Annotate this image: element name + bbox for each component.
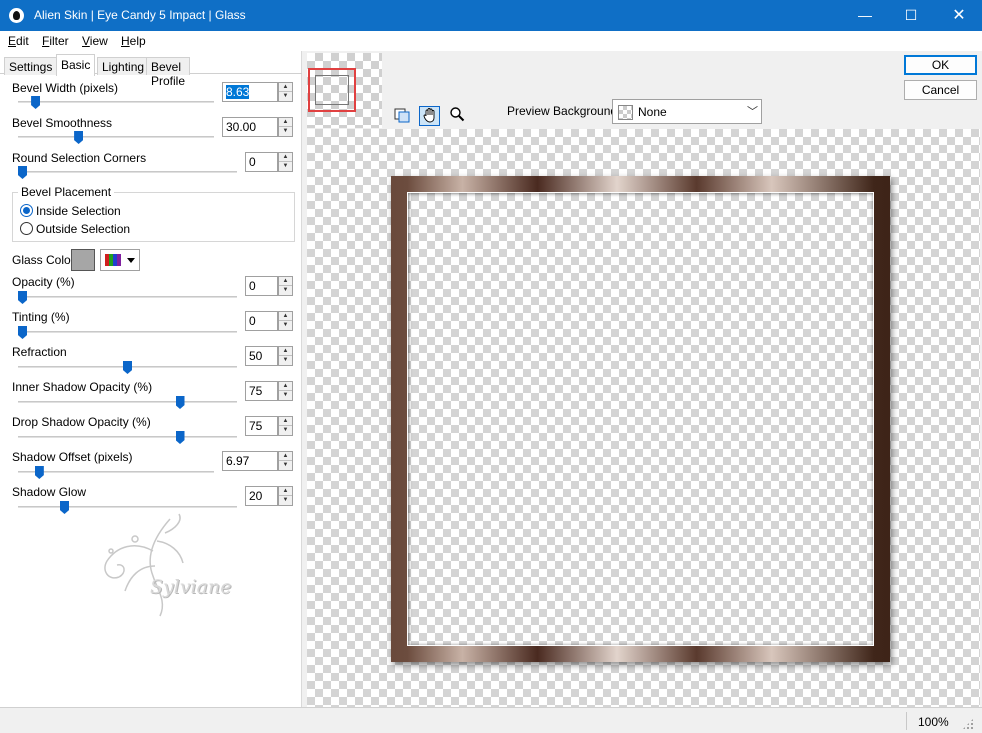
frame-inner-edge [407,192,874,646]
drop-shadow-slider-track[interactable] [18,436,237,438]
round-corners-slider-thumb[interactable] [18,166,27,179]
color-picker-button[interactable] [100,249,140,271]
glass-color-label: Glass Color [12,253,75,267]
bevel-smoothness-slider-track[interactable] [18,136,214,138]
status-bar: 100% [0,707,982,733]
color-grid-icon [105,254,121,267]
title-bar: Alien Skin | Eye Candy 5 Impact | Glass … [0,0,982,31]
tinting-label: Tinting (%) [12,310,70,324]
opacity-spinner[interactable]: ▲ ▼ [278,276,293,296]
menu-bar: Edit Filter View Help [0,31,982,51]
flourish-icon [104,513,184,617]
inner-shadow-slider-thumb[interactable] [175,396,185,409]
bevel-width-slider-track[interactable] [18,101,214,103]
maximize-button[interactable]: ☐ [888,0,934,31]
bevel-smoothness-input[interactable]: 30.00 [222,117,278,137]
shadow-glow-slider-thumb[interactable] [60,501,69,514]
watermark: Sylviane [95,511,245,621]
bevel-smoothness-slider-thumb[interactable] [74,131,84,144]
window-title: Alien Skin | Eye Candy 5 Impact | Glass [34,8,246,22]
tab-basic[interactable]: Basic [56,54,96,76]
bevel-smoothness-label: Bevel Smoothness [12,116,113,130]
opacity-input[interactable]: 0 [245,276,278,296]
preview-background-select[interactable]: None ﹀ [612,99,762,124]
drop-shadow-input[interactable]: 75 [245,416,278,436]
round-corners-slider-track[interactable] [18,171,237,173]
shadow-offset-slider-track[interactable] [18,471,214,473]
drop-shadow-spinner[interactable]: ▲ ▼ [278,416,293,436]
tab-lighting[interactable]: Lighting [97,57,150,75]
refraction-slider-thumb[interactable] [123,361,132,374]
menu-view[interactable]: View [82,34,108,48]
outside-selection-radio[interactable] [20,222,33,235]
dropdown-arrow-icon [127,258,135,263]
tinting-slider-track[interactable] [18,331,237,333]
inner-shadow-label: Inner Shadow Opacity (%) [12,380,153,394]
hand-icon[interactable] [419,106,440,126]
drop-shadow-slider-thumb[interactable] [175,431,185,444]
glass-color-swatch[interactable] [71,249,95,271]
glass-frame-preview [391,176,890,662]
alien-head-icon [9,8,24,23]
inner-shadow-spinner[interactable]: ▲ ▼ [278,381,293,401]
tinting-input[interactable]: 0 [245,311,278,331]
ok-button[interactable]: OK [904,55,977,75]
shadow-glow-spinner[interactable]: ▲ ▼ [278,486,293,506]
tinting-slider-thumb[interactable] [18,326,27,339]
shadow-glow-slider-track[interactable] [18,506,237,508]
chevron-down-icon: ﹀ [747,106,758,118]
preview-background-label: Preview Background: [507,104,621,118]
shadow-glow-label: Shadow Glow [12,485,87,499]
zoom-icon[interactable] [446,106,467,126]
tab-bevel-profile[interactable]: Bevel Profile [146,57,191,88]
inner-shadow-input[interactable]: 75 [245,381,278,401]
round-corners-spinner[interactable]: ▲ ▼ [278,152,293,172]
close-button[interactable]: ✕ [936,0,982,31]
preview-canvas[interactable] [307,129,980,707]
bevel-width-input[interactable]: 8.63 [222,82,278,102]
resize-grip-icon[interactable] [962,718,974,730]
settings-panel: Settings Basic Lighting Bevel Profile Be… [0,51,302,707]
tinting-spinner[interactable]: ▲ ▼ [278,311,293,331]
refraction-input[interactable]: 50 [245,346,278,366]
bevel-placement-title: Bevel Placement [18,185,115,199]
navigate-icon[interactable] [391,106,412,126]
shadow-offset-slider-thumb[interactable] [34,466,44,479]
refraction-label: Refraction [12,345,67,359]
inside-selection-label[interactable]: Inside Selection [36,204,121,218]
inside-selection-radio[interactable] [20,204,33,217]
minimize-button[interactable]: — [842,0,888,31]
refraction-spinner[interactable]: ▲ ▼ [278,346,293,366]
bevel-smoothness-spinner[interactable]: ▲ ▼ [278,117,293,137]
bevel-width-slider-thumb[interactable] [31,96,41,109]
drop-shadow-label: Drop Shadow Opacity (%) [12,415,151,429]
outside-selection-label[interactable]: Outside Selection [36,222,130,236]
shadow-offset-input[interactable]: 6.97 [222,451,278,471]
watermark-signature: Sylviane [150,576,232,598]
inner-shadow-slider-track[interactable] [18,401,237,403]
shadow-glow-input[interactable]: 20 [245,486,278,506]
preview-background-value: None [638,105,667,119]
menu-edit[interactable]: Edit [8,34,29,48]
navigator-thumbnail[interactable] [307,53,382,128]
zoom-level: 100% [918,715,949,729]
status-divider [906,712,907,730]
bevel-width-label: Bevel Width (pixels) [12,81,119,95]
opacity-slider-thumb[interactable] [18,291,27,304]
round-corners-input[interactable]: 0 [245,152,278,172]
transparency-icon [618,105,633,120]
menu-filter[interactable]: Filter [42,34,69,48]
viewport-indicator[interactable] [308,68,356,112]
shadow-offset-spinner[interactable]: ▲ ▼ [278,451,293,471]
opacity-slider-track[interactable] [18,296,237,298]
menu-help[interactable]: Help [121,34,146,48]
cancel-button[interactable]: Cancel [904,80,977,100]
opacity-label: Opacity (%) [12,275,75,289]
bevel-width-spinner[interactable]: ▲ ▼ [278,82,293,102]
shadow-offset-label: Shadow Offset (pixels) [12,450,133,464]
round-corners-label: Round Selection Corners [12,151,147,165]
tab-settings[interactable]: Settings [4,57,58,75]
